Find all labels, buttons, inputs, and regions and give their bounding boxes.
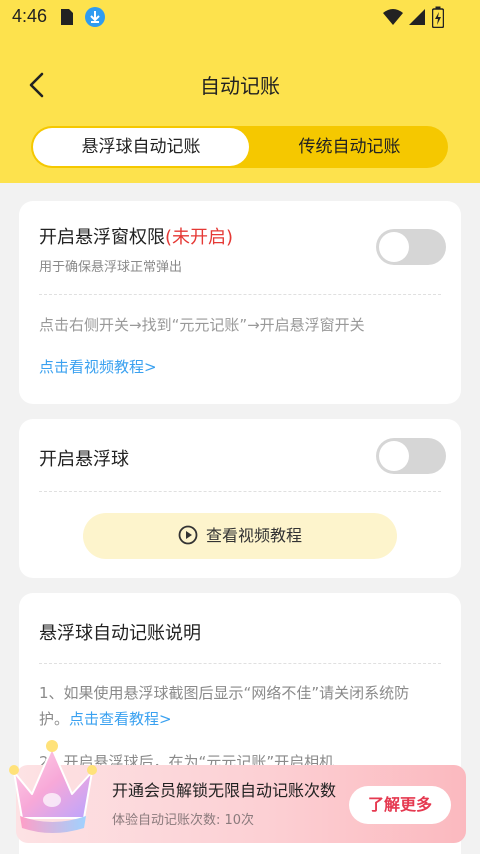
sim-icon — [60, 8, 74, 30]
permission-instruction: 点击右侧开关→找到“元元记账”→开启悬浮窗开关 — [39, 316, 365, 334]
header-area: 4:46 自动记账 悬浮球自动记账 传统自动记账 — [0, 0, 480, 183]
float-ball-toggle[interactable] — [376, 438, 446, 474]
watch-video-button[interactable]: 查看视频教程 — [83, 513, 397, 559]
tab-switcher: 悬浮球自动记账 传统自动记账 — [31, 126, 448, 168]
crown-icon — [6, 736, 98, 836]
permission-title: 开启悬浮窗权限(未开启) — [39, 223, 233, 249]
float-window-permission-toggle[interactable] — [376, 229, 446, 265]
permission-title-text: 开启悬浮窗权限 — [39, 227, 165, 248]
watch-video-label: 查看视频教程 — [205, 526, 302, 545]
permission-card: 开启悬浮窗权限(未开启) 用于确保悬浮球正常弹出 点击右侧开关→找到“元元记账”… — [19, 201, 461, 404]
toggle-knob — [379, 232, 409, 262]
page-title: 自动记账 — [200, 74, 280, 98]
permission-subtitle: 用于确保悬浮球正常弹出 — [39, 260, 183, 275]
download-icon — [84, 6, 106, 32]
toggle-knob — [379, 441, 409, 471]
explain-tutorial-link[interactable]: 点击查看教程> — [69, 710, 172, 728]
status-bar: 4:46 — [0, 0, 480, 34]
learn-more-button[interactable]: 了解更多 — [349, 786, 451, 824]
video-tutorial-link[interactable]: 点击看视频教程> — [39, 357, 441, 377]
status-time: 4:46 — [12, 6, 48, 26]
permission-status: (未开启) — [165, 227, 234, 248]
float-ball-title: 开启悬浮球 — [39, 449, 129, 470]
signal-icon — [408, 8, 426, 30]
tab-float-ball-auto[interactable]: 悬浮球自动记账 — [33, 128, 249, 166]
explain-title: 悬浮球自动记账说明 — [39, 623, 201, 644]
float-ball-card: 开启悬浮球 查看视频教程 — [19, 419, 461, 578]
explain-item-1: 1、如果使用悬浮球截图后显示“网络不佳”请关闭系统防护。点击查看教程> — [39, 680, 437, 732]
divider — [39, 294, 441, 295]
banner-subtitle: 体验自动记账次数: 10次 — [112, 813, 255, 828]
divider — [39, 663, 441, 664]
wifi-icon — [382, 8, 404, 30]
banner-title: 开通会员解锁无限自动记账次数 — [112, 781, 337, 800]
tab-traditional-auto[interactable]: 传统自动记账 — [251, 126, 448, 168]
divider — [39, 491, 441, 492]
play-circle-icon — [178, 525, 198, 545]
battery-icon — [431, 6, 445, 32]
